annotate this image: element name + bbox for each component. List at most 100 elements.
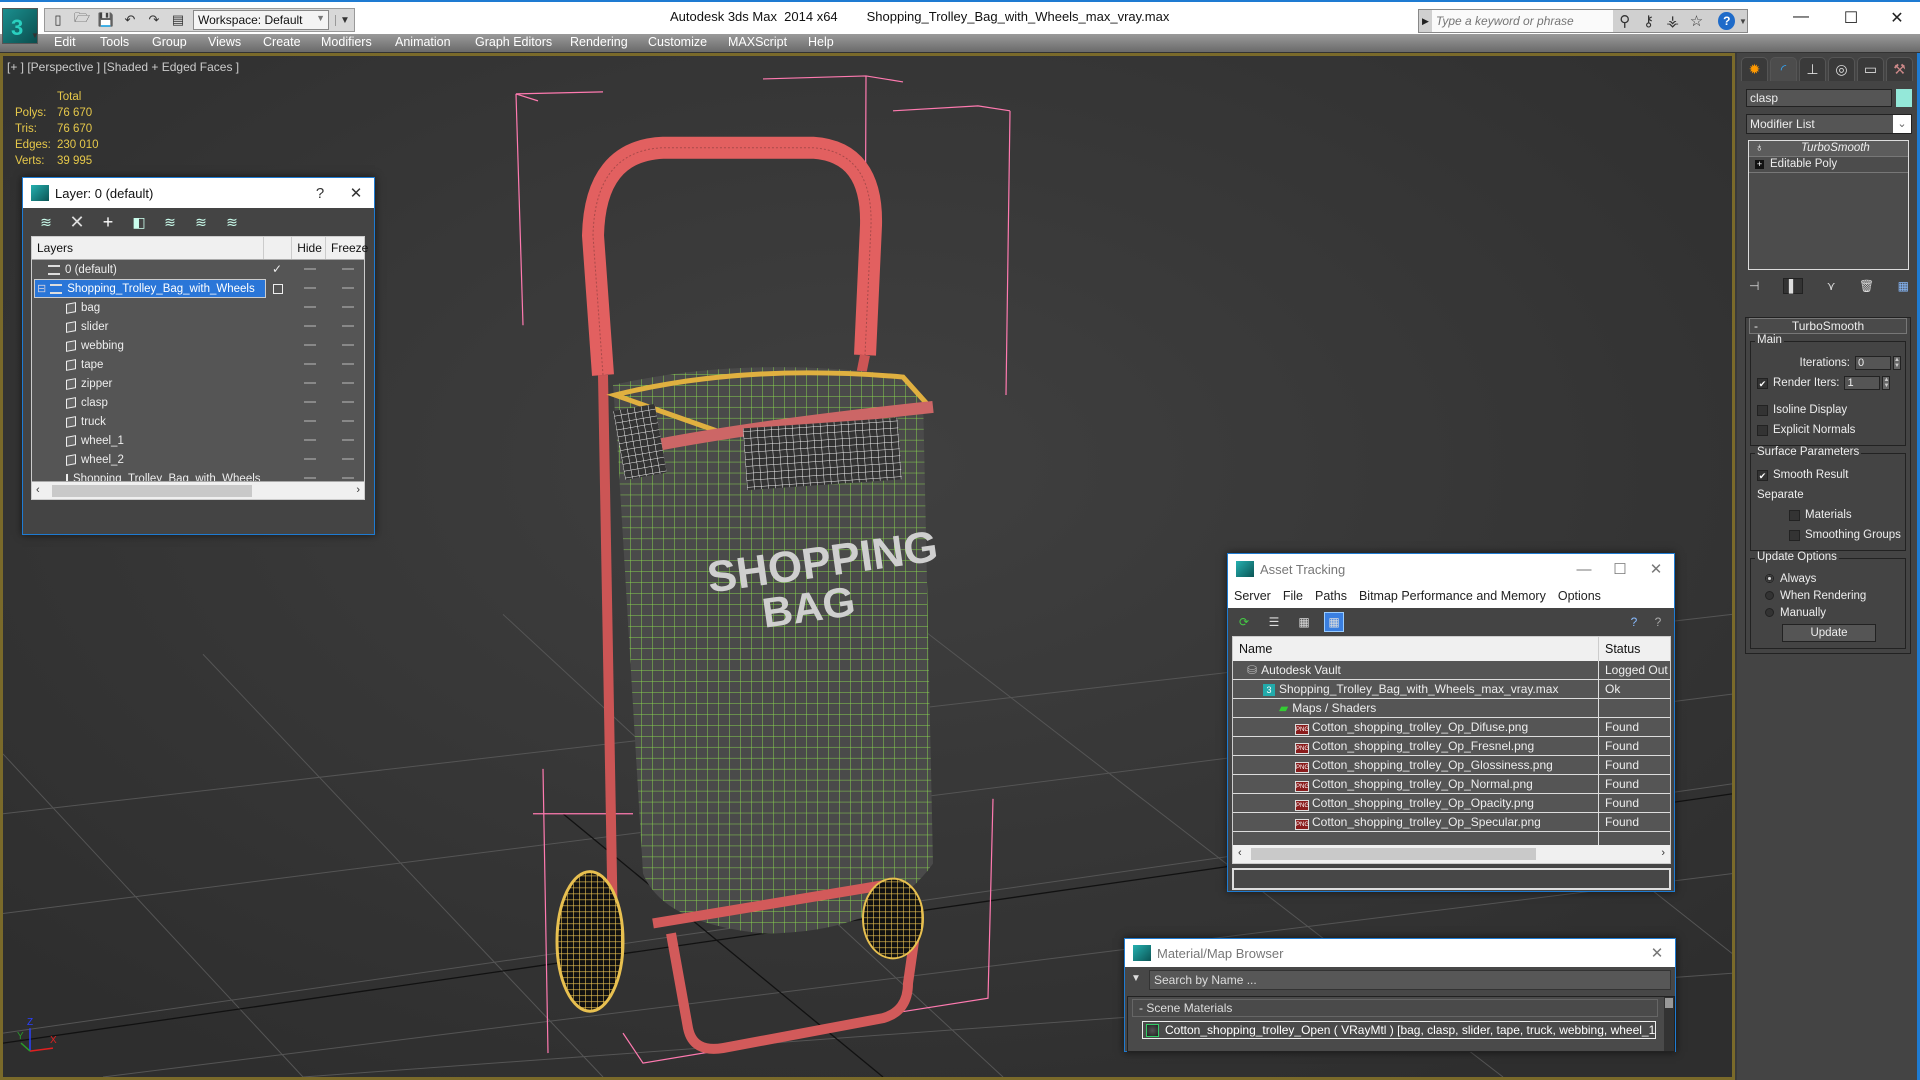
modify-tab-icon[interactable]: ◜ bbox=[1770, 57, 1797, 81]
material-item[interactable]: Cotton_shopping_trolley_Open ( VRayMtl )… bbox=[1142, 1021, 1656, 1039]
render-iters-checkbox[interactable]: ✔ bbox=[1757, 377, 1768, 389]
hide-unhide-all-icon[interactable]: ≋ bbox=[192, 213, 210, 231]
freeze-toggle[interactable] bbox=[342, 344, 354, 346]
scene-materials-group[interactable]: - Scene Materials bbox=[1132, 999, 1658, 1017]
asset-row[interactable]: PNG Cotton_shopping_trolley_Op_Specular.p… bbox=[1233, 813, 1670, 832]
spinner-arrows[interactable]: ▲ ▼ bbox=[1893, 356, 1901, 370]
list-view-icon[interactable]: ☰ bbox=[1264, 612, 1284, 632]
hide-toggle[interactable] bbox=[304, 344, 316, 346]
menu-maxscript[interactable]: MAXScript bbox=[728, 35, 787, 49]
layer-object-row[interactable]: truck bbox=[32, 412, 364, 431]
menu-modifiers[interactable]: Modifiers bbox=[321, 35, 372, 49]
menu-rendering[interactable]: Rendering bbox=[570, 35, 628, 49]
isoline-display-checkbox[interactable] bbox=[1757, 404, 1768, 416]
modifier-list-dropdown[interactable]: Modifier List ⌄ bbox=[1746, 114, 1912, 134]
minimize-button[interactable]: — bbox=[1786, 8, 1816, 26]
asset-row[interactable]: PNG Cotton_shopping_trolley_Op_Fresnel.pn… bbox=[1233, 737, 1670, 756]
save-icon[interactable]: 💾 bbox=[97, 12, 115, 28]
utilities-tab-icon[interactable]: ⚒ bbox=[1886, 57, 1913, 81]
horizontal-scrollbar[interactable]: ‹ › bbox=[1233, 845, 1670, 863]
table-view-icon[interactable]: ▦ bbox=[1324, 612, 1344, 632]
hide-toggle[interactable] bbox=[304, 382, 316, 384]
menu-help[interactable]: Help bbox=[808, 35, 834, 49]
menu-tools[interactable]: Tools bbox=[100, 35, 129, 49]
viewport-label-menu[interactable]: [+ ] [Perspective ] [Shaded + Edged Face… bbox=[7, 60, 239, 74]
bulb-icon[interactable]: ♁ bbox=[1755, 141, 1769, 156]
asset-row[interactable]: PNG Cotton_shopping_trolley_Op_Opacity.pn… bbox=[1233, 794, 1670, 813]
asset-row[interactable]: ▰ Maps / Shaders bbox=[1233, 699, 1670, 718]
configure-modifier-sets-icon[interactable]: ▦ bbox=[1898, 279, 1909, 293]
layer-object-row[interactable]: tape bbox=[32, 355, 364, 374]
remove-modifier-icon[interactable]: 🗑 bbox=[1859, 279, 1874, 293]
pin-stack-icon[interactable]: ⊣ bbox=[1749, 279, 1759, 293]
column-freeze[interactable]: Freeze bbox=[326, 237, 368, 259]
asset-row[interactable]: ⛁ Autodesk Vault Logged Out bbox=[1233, 661, 1670, 680]
hide-toggle[interactable] bbox=[304, 325, 316, 327]
satellite-icon[interactable]: ⚶ bbox=[1661, 12, 1685, 30]
asset-row[interactable]: PNG Cotton_shopping_trolley_Op_Normal.png… bbox=[1233, 775, 1670, 794]
layer-object-row[interactable]: slider bbox=[32, 317, 364, 336]
project-folder-icon[interactable]: ▤ bbox=[169, 12, 187, 28]
menu-paths[interactable]: Paths bbox=[1315, 589, 1347, 603]
help-icon[interactable]: ? bbox=[1718, 12, 1736, 30]
menu-animation[interactable]: Animation bbox=[395, 35, 451, 49]
freeze-toggle[interactable] bbox=[342, 477, 354, 479]
menu-graph-editors[interactable]: Graph Editors bbox=[475, 35, 552, 49]
scroll-thumb[interactable] bbox=[52, 485, 252, 497]
freeze-unfreeze-all-icon[interactable]: ≋ bbox=[223, 213, 241, 231]
spinner-arrows[interactable]: ▲ ▼ bbox=[1882, 376, 1891, 390]
select-objects-icon[interactable]: ◧ bbox=[130, 213, 148, 231]
open-folder-icon[interactable]: 🗁 bbox=[73, 10, 91, 28]
stack-item-editable-poly[interactable]: + Editable Poly bbox=[1749, 157, 1908, 173]
scroll-right-icon[interactable]: › bbox=[356, 484, 360, 496]
hide-toggle[interactable] bbox=[304, 458, 316, 460]
hide-toggle[interactable] bbox=[304, 477, 316, 479]
current-layer-check-icon[interactable]: ✓ bbox=[272, 262, 282, 276]
close-button[interactable]: ✕ bbox=[1882, 8, 1912, 28]
when-rendering-radio[interactable] bbox=[1765, 591, 1774, 600]
hide-toggle[interactable] bbox=[304, 363, 316, 365]
freeze-toggle[interactable] bbox=[342, 325, 354, 327]
set-current-checkbox[interactable] bbox=[273, 284, 283, 294]
show-end-result-icon[interactable]: ▌ bbox=[1782, 278, 1804, 294]
material-browser-titlebar[interactable]: Material/Map Browser ✕ bbox=[1125, 939, 1675, 967]
layer-object-row[interactable]: bag bbox=[32, 298, 364, 317]
close-button[interactable]: ✕ bbox=[1638, 560, 1674, 578]
create-layer-icon[interactable]: ≋ bbox=[37, 213, 55, 231]
minimize-button[interactable]: — bbox=[1566, 561, 1602, 578]
layer-object-row[interactable]: wheel_1 bbox=[32, 431, 364, 450]
layer-row[interactable]: ⊟ Shopping_Trolley_Bag_with_Wheels bbox=[32, 279, 364, 298]
hide-toggle[interactable] bbox=[304, 439, 316, 441]
help-icon[interactable]: ? bbox=[1624, 612, 1644, 632]
expand-icon[interactable]: ▶ bbox=[1419, 16, 1432, 27]
object-color-swatch[interactable] bbox=[1896, 89, 1912, 107]
freeze-toggle[interactable] bbox=[342, 420, 354, 422]
asset-row[interactable]: 3 Shopping_Trolley_Bag_with_Wheels_max_vr… bbox=[1233, 680, 1670, 699]
always-radio[interactable] bbox=[1765, 574, 1774, 583]
menu-server[interactable]: Server bbox=[1234, 589, 1271, 603]
hide-toggle[interactable] bbox=[304, 401, 316, 403]
column-layers[interactable]: Layers bbox=[32, 237, 265, 259]
close-button[interactable]: ✕ bbox=[338, 184, 374, 202]
render-iters-spinner[interactable]: 1 bbox=[1844, 376, 1881, 390]
help-button[interactable]: ? bbox=[302, 185, 338, 202]
freeze-toggle[interactable] bbox=[342, 401, 354, 403]
freeze-toggle[interactable] bbox=[342, 306, 354, 308]
undo-icon[interactable]: ↶ bbox=[121, 12, 139, 28]
menu-group[interactable]: Group bbox=[152, 35, 187, 49]
vertical-scrollbar[interactable] bbox=[1664, 997, 1674, 1051]
column-hide[interactable]: Hide bbox=[292, 237, 326, 259]
asset-path-field[interactable] bbox=[1232, 868, 1671, 890]
motion-tab-icon[interactable]: ◎ bbox=[1828, 57, 1855, 81]
asset-row[interactable]: PNG Cotton_shopping_trolley_Op_Glossiness… bbox=[1233, 756, 1670, 775]
search-by-name-input[interactable]: Search by Name ... bbox=[1149, 970, 1671, 990]
keyword-search-input[interactable] bbox=[1431, 10, 1613, 32]
key-icon[interactable]: ⚷ bbox=[1637, 12, 1661, 30]
hide-toggle[interactable] bbox=[304, 306, 316, 308]
redo-icon[interactable]: ↷ bbox=[145, 12, 163, 28]
collapse-icon[interactable]: ⊟ bbox=[37, 282, 46, 295]
layer-dialog-titlebar[interactable]: Layer: 0 (default) ? ✕ bbox=[23, 178, 374, 208]
column-name[interactable]: Name bbox=[1233, 637, 1599, 661]
menu-bitmap-performance[interactable]: Bitmap Performance and Memory bbox=[1359, 589, 1546, 603]
binoculars-icon[interactable]: ⚲ bbox=[1613, 12, 1637, 30]
